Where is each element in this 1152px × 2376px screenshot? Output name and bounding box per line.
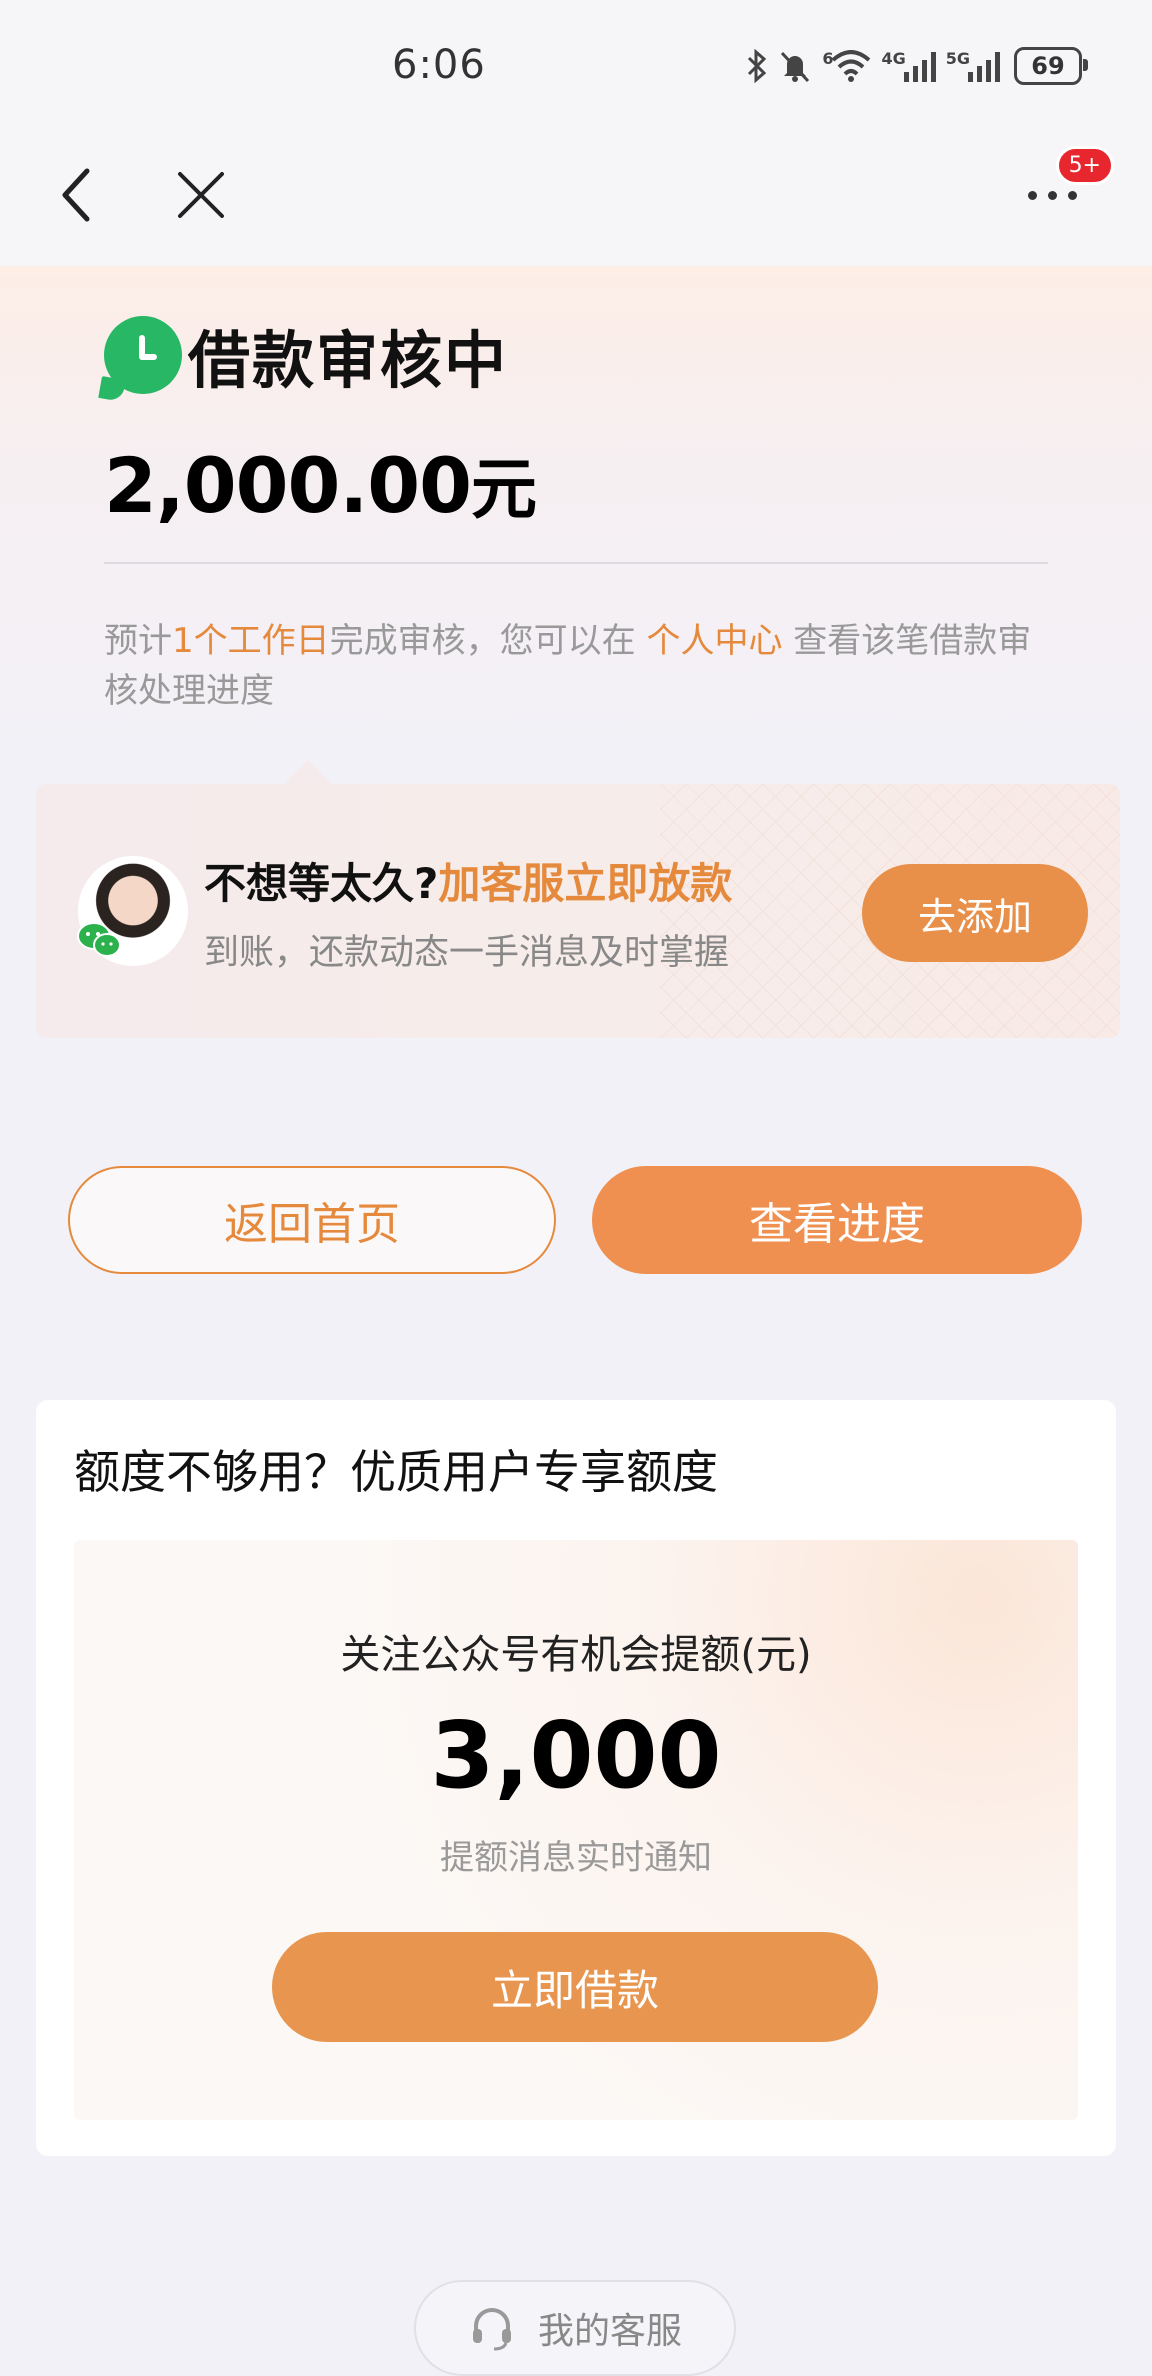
headset-icon (472, 2308, 511, 2351)
status-bar: 6:06 6 4G 5G 69 (0, 0, 1152, 130)
notification-badge: 5+ (1055, 146, 1114, 185)
clock-icon (104, 316, 182, 394)
chevron-left-icon (62, 168, 90, 222)
service-label: 我的客服 (537, 2311, 682, 2352)
loan-status-section: 借款审核中 2,000.00元 预计1个工作日完成审核，您可以在 个人中心 查看… (0, 266, 1152, 766)
divider (104, 562, 1048, 564)
quota-label: 关注公众号有机会提额(元) (340, 1632, 812, 1678)
promo-title-text: 不想等太久? (204, 859, 439, 908)
nav-bar: 5+ (0, 130, 1152, 266)
close-icon (178, 172, 224, 218)
add-service-button[interactable]: 去添加 (862, 864, 1088, 962)
desc-text: 预计 (104, 621, 172, 661)
wifi-label: 6 (822, 49, 834, 68)
review-duration: 1个工作日 (172, 621, 330, 661)
more-dots-icon (1027, 190, 1077, 200)
review-description: 预计1个工作日完成审核，您可以在 个人中心 查看该笔借款审核处理进度 (104, 616, 1054, 716)
status-time: 6:06 (392, 42, 486, 88)
cellular-4g-icon: 4G (881, 49, 936, 82)
promo-title: 不想等太久?加客服立即放款 (204, 850, 732, 911)
quota-note: 提额消息实时通知 (440, 1838, 712, 1878)
close-button[interactable] (166, 160, 236, 230)
view-progress-button[interactable]: 查看进度 (592, 1166, 1082, 1274)
return-home-button[interactable]: 返回首页 (68, 1166, 556, 1274)
borrow-now-button[interactable]: 立即借款 (272, 1932, 878, 2042)
wifi-icon (832, 50, 871, 82)
quota-amount: 3,000 (430, 1702, 722, 1809)
quota-card: 额度不够用？优质用户专享额度 关注公众号有机会提额(元) 3,000 提额消息实… (36, 1400, 1116, 2156)
loan-status-row: 借款审核中 (104, 310, 508, 400)
wechat-icon (77, 922, 121, 957)
more-button[interactable]: 5+ (1012, 146, 1114, 230)
net2-label: 5G (945, 49, 970, 68)
loan-amount-value: 2,000.00 (104, 441, 472, 530)
bluetooth-icon (748, 49, 767, 83)
my-customer-service-button[interactable]: 我的客服 (414, 2280, 736, 2376)
loan-status-title: 借款审核中 (188, 324, 509, 397)
mute-icon (781, 51, 810, 83)
promo-subtitle: 到账，还款动态一手消息及时掌握 (204, 933, 730, 973)
quota-card-title: 额度不够用？优质用户专享额度 (74, 1445, 718, 1499)
loan-amount-unit: 元 (471, 451, 537, 528)
loan-amount: 2,000.00元 (104, 436, 537, 532)
personal-center-link[interactable]: 个人中心 (646, 621, 782, 661)
promo-title-highlight: 加客服立即放款 (438, 859, 733, 908)
cellular-5g-icon: 5G (945, 49, 1000, 82)
battery-indicator: 69 (1014, 47, 1088, 85)
back-button[interactable] (42, 160, 112, 230)
promo-pointer (282, 760, 334, 786)
net1-label: 4G (881, 49, 906, 68)
status-icons: 6 4G 5G 69 (746, 46, 1088, 86)
desc-text: 完成审核，您可以在 (329, 621, 636, 661)
quota-offer-panel: 关注公众号有机会提额(元) 3,000 提额消息实时通知 立即借款 (74, 1540, 1078, 2120)
customer-service-promo[interactable]: 不想等太久?加客服立即放款 到账，还款动态一手消息及时掌握 去添加 (36, 784, 1120, 1038)
